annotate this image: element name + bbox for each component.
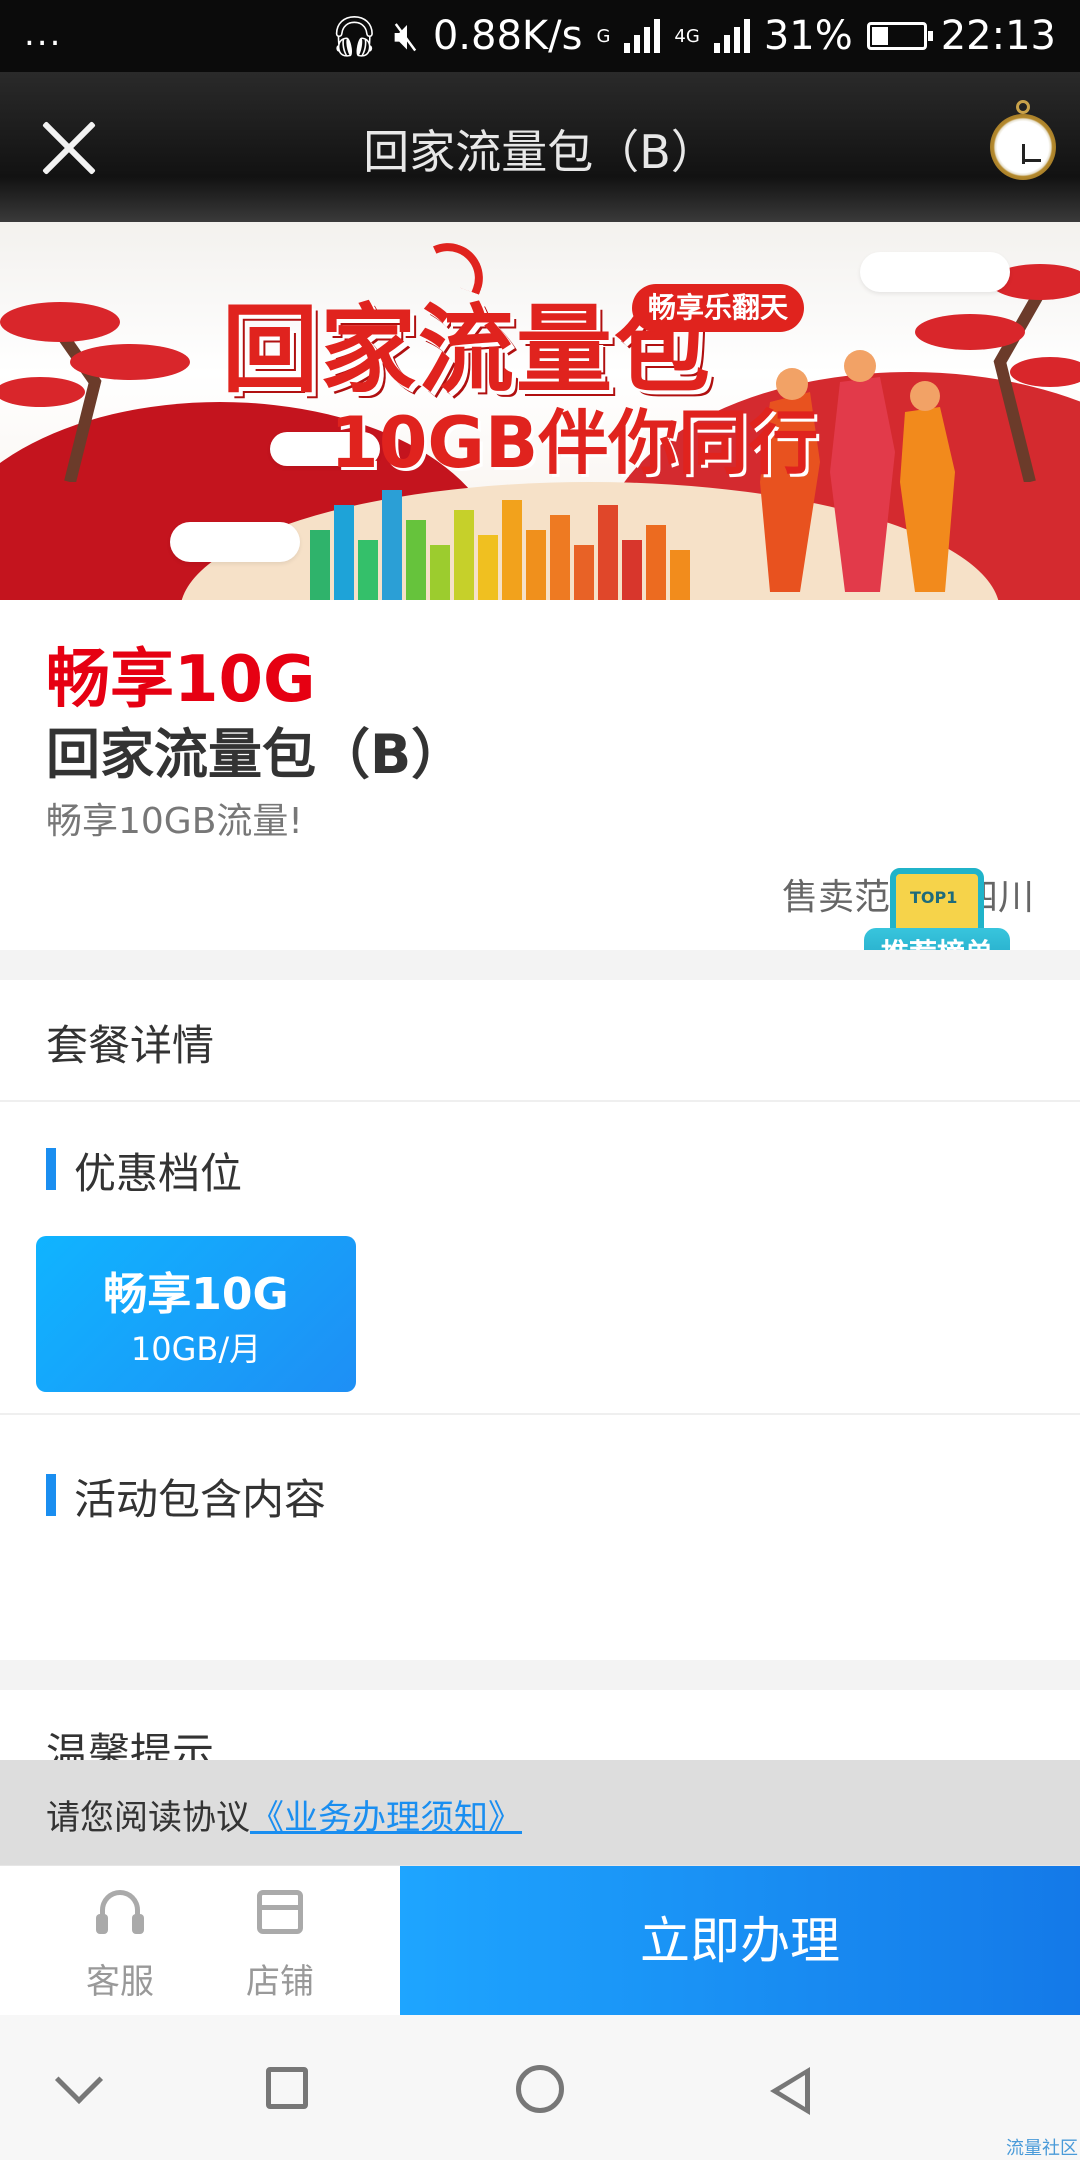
product-description: 畅享10GB流量!: [46, 801, 303, 842]
status-bar: ... 🎧︎ 🔇︎ 0.88K/s G 4G 31% 22:13: [0, 0, 1080, 72]
product-price-title: 畅享10G: [46, 643, 316, 717]
banner-subtitle: 10GB伴你同行: [330, 402, 819, 484]
system-navigation-bar: 流量社区: [0, 2015, 1080, 2160]
section-gap: [0, 950, 1080, 980]
shop-button[interactable]: 店铺: [205, 1866, 355, 2016]
promo-banner: 回家流量包 畅享乐翻天 10GB伴你同行: [0, 222, 1080, 600]
headset-icon: [96, 1890, 144, 1938]
bottom-action-bar: 客服 店铺 立即办理: [0, 1865, 1080, 2016]
banner-tag: 畅享乐翻天: [632, 284, 805, 332]
signal-icon-2: [713, 19, 750, 53]
package-details-title: 套餐详情: [46, 1021, 215, 1070]
recent-apps-icon[interactable]: [266, 2067, 308, 2109]
watermark: 流量社区: [1006, 2138, 1078, 2159]
apply-now-button[interactable]: 立即办理: [400, 1866, 1080, 2016]
title-bar: 回家流量包（B）: [0, 72, 1080, 222]
section-gap: [0, 1660, 1080, 1690]
pocket-watch-icon[interactable]: [990, 100, 1056, 182]
tier-option-button[interactable]: 畅享10G 10GB/月: [36, 1236, 356, 1392]
battery-percent: 31%: [763, 13, 853, 59]
notification-dots: ...: [24, 14, 63, 54]
agreement-text: 请您阅读协议《业务办理须知》: [46, 1798, 522, 1838]
customer-service-label: 客服: [86, 1962, 154, 2002]
shop-label: 店铺: [246, 1962, 314, 2002]
network-type-2: 4G: [674, 25, 700, 47]
product-name: 回家流量包（B）: [46, 723, 466, 786]
battery-icon: [866, 22, 933, 50]
tier-amount: 10GB/月: [130, 1330, 262, 1368]
divider: [0, 1413, 1080, 1415]
page-title: 回家流量包（B）: [363, 125, 717, 179]
tier-name: 畅享10G: [103, 1269, 289, 1320]
shop-icon: [257, 1890, 303, 1934]
clock: 22:13: [940, 13, 1056, 59]
mute-icon: 🔇︎: [393, 13, 419, 59]
status-right: 🎧︎ 🔇︎ 0.88K/s G 4G 31% 22:13: [329, 10, 1056, 62]
customer-service-button[interactable]: 客服: [45, 1866, 195, 2016]
agreement-link[interactable]: 《业务办理须知》: [250, 1798, 522, 1838]
agreement-bar: 请您阅读协议《业务办理须知》: [0, 1760, 1080, 1865]
signal-icon-1: [624, 19, 661, 53]
chevron-down-icon[interactable]: [54, 2055, 104, 2105]
home-icon[interactable]: [516, 2065, 564, 2113]
headphone-icon: 🎧︎: [328, 13, 380, 60]
network-speed: 0.88K/s: [432, 13, 583, 59]
pine-tree-left-icon: [0, 302, 190, 482]
city-skyline: [310, 472, 790, 600]
activity-content-title: 活动包含内容: [46, 1466, 326, 1527]
network-type-1: G: [596, 25, 611, 47]
tier-section-title: 优惠档位: [46, 1140, 242, 1201]
package-details-header: 套餐详情: [0, 980, 1080, 1102]
